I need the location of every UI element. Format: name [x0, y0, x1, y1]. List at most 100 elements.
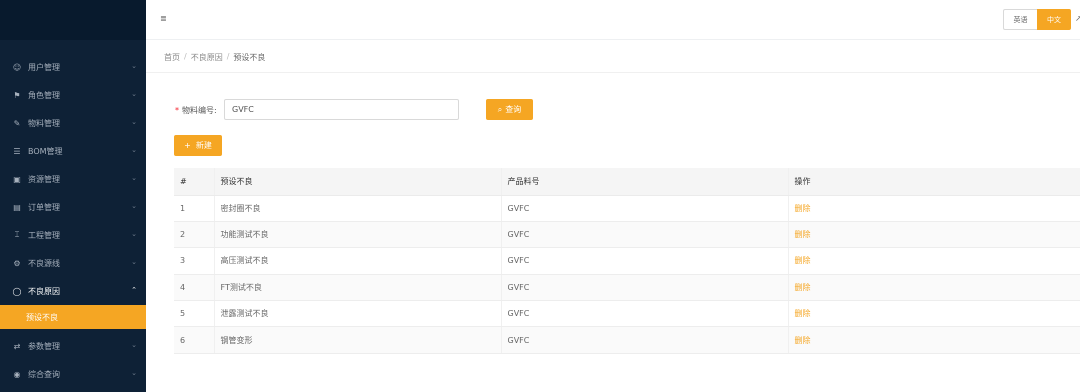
sidebar-item-bom[interactable]: ☰ BOM管理 ⌄ [0, 137, 146, 165]
lang-chinese-button[interactable]: 中文 [1037, 9, 1071, 30]
sidebar-item-resources[interactable]: ▣ 资源管理 ⌄ [0, 165, 146, 193]
material-number-input[interactable] [224, 99, 459, 120]
chevron-down-icon: ⌄ [131, 62, 137, 70]
sidebar: ☺ 用户管理 ⌄ ⚑ 角色管理 ⌄ ✎ 物料管理 ⌄ ☰ BOM管理 ⌄ ▣ 资 [0, 0, 146, 392]
breadcrumb-home[interactable]: 首页 [164, 52, 180, 63]
sidebar-item-label: 资源管理 [28, 174, 60, 184]
sidebar-item-label: 角色管理 [28, 90, 60, 100]
breadcrumb-current: 预设不良 [233, 53, 266, 62]
sidebar-subitem-label: 预设不良 [26, 312, 58, 322]
sidebar-item-label: 物料管理 [28, 118, 60, 128]
engineering-icon: ⌶ [14, 230, 20, 239]
query-button[interactable]: ⌕ 查询 [486, 99, 533, 120]
divider [146, 72, 1080, 73]
sidebar-item-roles[interactable]: ⚑ 角色管理 ⌄ [0, 81, 146, 109]
row-material: GVFC [501, 195, 789, 222]
globe-icon: ◉ [13, 369, 21, 379]
sidebar-item-label: 订单管理 [28, 202, 60, 212]
row-defect: 钢管变形 [214, 326, 502, 354]
sidebar-item-defect-line[interactable]: ⚙ 不良源线 ⌄ [0, 249, 146, 277]
column-header-actions: 操作 [788, 168, 1080, 196]
sidebar-subitem-preset-defects[interactable]: 预设不良 [0, 305, 146, 329]
row-index: 4 [174, 274, 215, 302]
role-icon: ⚑ [13, 90, 21, 100]
breadcrumb: 首页 / 不良原因 / 预设不良 [164, 52, 265, 63]
row-index: 2 [174, 221, 215, 249]
add-button[interactable]: + 新建 [174, 135, 222, 156]
delete-link[interactable]: 删除 [795, 283, 811, 292]
row-material: GVFC [501, 274, 789, 302]
resource-icon: ▣ [13, 174, 21, 184]
sidebar-item-materials[interactable]: ✎ 物料管理 ⌄ [0, 109, 146, 137]
row-defect: 功能测试不良 [214, 221, 502, 249]
menu-fold-icon[interactable]: ≣ [160, 14, 167, 23]
material-number-label-text: 物料编号: [182, 106, 217, 115]
row-defect: 高压测试不良 [214, 247, 502, 275]
language-switch: 英语 中文 [1003, 9, 1071, 30]
chevron-down-icon: ⌄ [131, 90, 137, 98]
delete-link[interactable]: 删除 [795, 230, 811, 239]
row-material: GVFC [501, 326, 789, 354]
user-menu-icon[interactable]: ↗ [1075, 14, 1080, 23]
column-header-product-material: 产品料号 [501, 168, 789, 196]
breadcrumb-defect-reasons[interactable]: 不良原因 [191, 52, 223, 63]
material-number-label: * 物料编号: [175, 105, 217, 116]
sidebar-item-query[interactable]: ◉ 综合查询 ⌄ [0, 360, 146, 388]
sidebar-menu-after: ⇄ 参数管理 ⌄ ◉ 综合查询 ⌄ [0, 329, 146, 388]
sidebar-item-label: 综合查询 [28, 369, 60, 379]
sidebar-item-label: 不良原因 [28, 286, 60, 296]
sidebar-item-label: 不良源线 [28, 258, 60, 268]
sidebar-item-orders[interactable]: ▤ 订单管理 ⌄ [0, 193, 146, 221]
table-header-row: # 预设不良 产品料号 操作 [174, 168, 1080, 196]
bell-icon: ◯ [12, 286, 22, 296]
sidebar-item-engineering[interactable]: ⌶ 工程管理 ⌄ [0, 221, 146, 249]
sidebar-menu: ☺ 用户管理 ⌄ ⚑ 角色管理 ⌄ ✎ 物料管理 ⌄ ☰ BOM管理 ⌄ ▣ 资 [0, 40, 146, 388]
chevron-down-icon: ⌄ [131, 369, 137, 377]
lang-english-button[interactable]: 英语 [1003, 9, 1037, 30]
delete-link[interactable]: 删除 [795, 309, 811, 318]
sidebar-item-label: 参数管理 [28, 341, 60, 351]
column-header-preset-defect: 预设不良 [214, 168, 502, 196]
list-icon: ☰ [13, 146, 21, 156]
delete-link[interactable]: 删除 [795, 336, 811, 345]
required-marker: * [175, 106, 179, 115]
table-row: 5 泄露测试不良 GVFC 删除 [174, 300, 1080, 328]
user-icon: ☺ [12, 62, 22, 72]
sidebar-item-label: 用户管理 [28, 62, 60, 72]
breadcrumb-separator: / [226, 52, 230, 61]
sidebar-item-label: 工程管理 [28, 230, 60, 240]
row-index: 1 [174, 195, 215, 222]
row-defect: 密封圈不良 [214, 195, 502, 222]
preset-defects-table: # 预设不良 产品料号 操作 1 密封圈不良 GVFC 删除 2 功能测试不良 … [174, 168, 1080, 354]
logo-area [0, 0, 146, 40]
breadcrumb-separator: / [184, 52, 187, 61]
delete-link[interactable]: 删除 [795, 204, 811, 213]
chevron-down-icon: ⌄ [131, 118, 137, 126]
gear-icon: ⚙ [13, 258, 21, 268]
search-icon: ⌕ [497, 104, 503, 114]
row-index: 6 [174, 326, 215, 354]
sidebar-item-defect-reasons[interactable]: ◯ 不良原因 ⌃ [0, 277, 146, 305]
table-row: 2 功能测试不良 GVFC 删除 [174, 221, 1080, 249]
row-defect: FT测试不良 [214, 274, 502, 302]
chevron-down-icon: ⌄ [131, 230, 137, 238]
sidebar-item-parameters[interactable]: ⇄ 参数管理 ⌄ [0, 332, 146, 360]
chevron-down-icon: ⌄ [131, 341, 137, 349]
plus-icon: + [184, 141, 191, 150]
parameter-icon: ⇄ [13, 341, 21, 351]
table-row: 3 高压测试不良 GVFC 删除 [174, 247, 1080, 275]
row-defect: 泄露测试不良 [214, 300, 502, 328]
sidebar-item-users[interactable]: ☺ 用户管理 ⌄ [0, 53, 146, 81]
chevron-down-icon: ⌄ [131, 258, 137, 266]
column-header-index: # [174, 168, 215, 196]
table-row: 1 密封圈不良 GVFC 删除 [174, 195, 1080, 222]
delete-link[interactable]: 删除 [795, 256, 811, 265]
submenu-defect-reasons: 预设不良 [0, 305, 146, 329]
chevron-down-icon: ⌄ [131, 146, 137, 154]
row-index: 5 [174, 300, 215, 328]
edit-icon: ✎ [13, 118, 21, 128]
row-material: GVFC [501, 247, 789, 275]
row-index: 3 [174, 247, 215, 275]
row-material: GVFC [501, 221, 789, 249]
table-row: 6 钢管变形 GVFC 删除 [174, 326, 1080, 354]
